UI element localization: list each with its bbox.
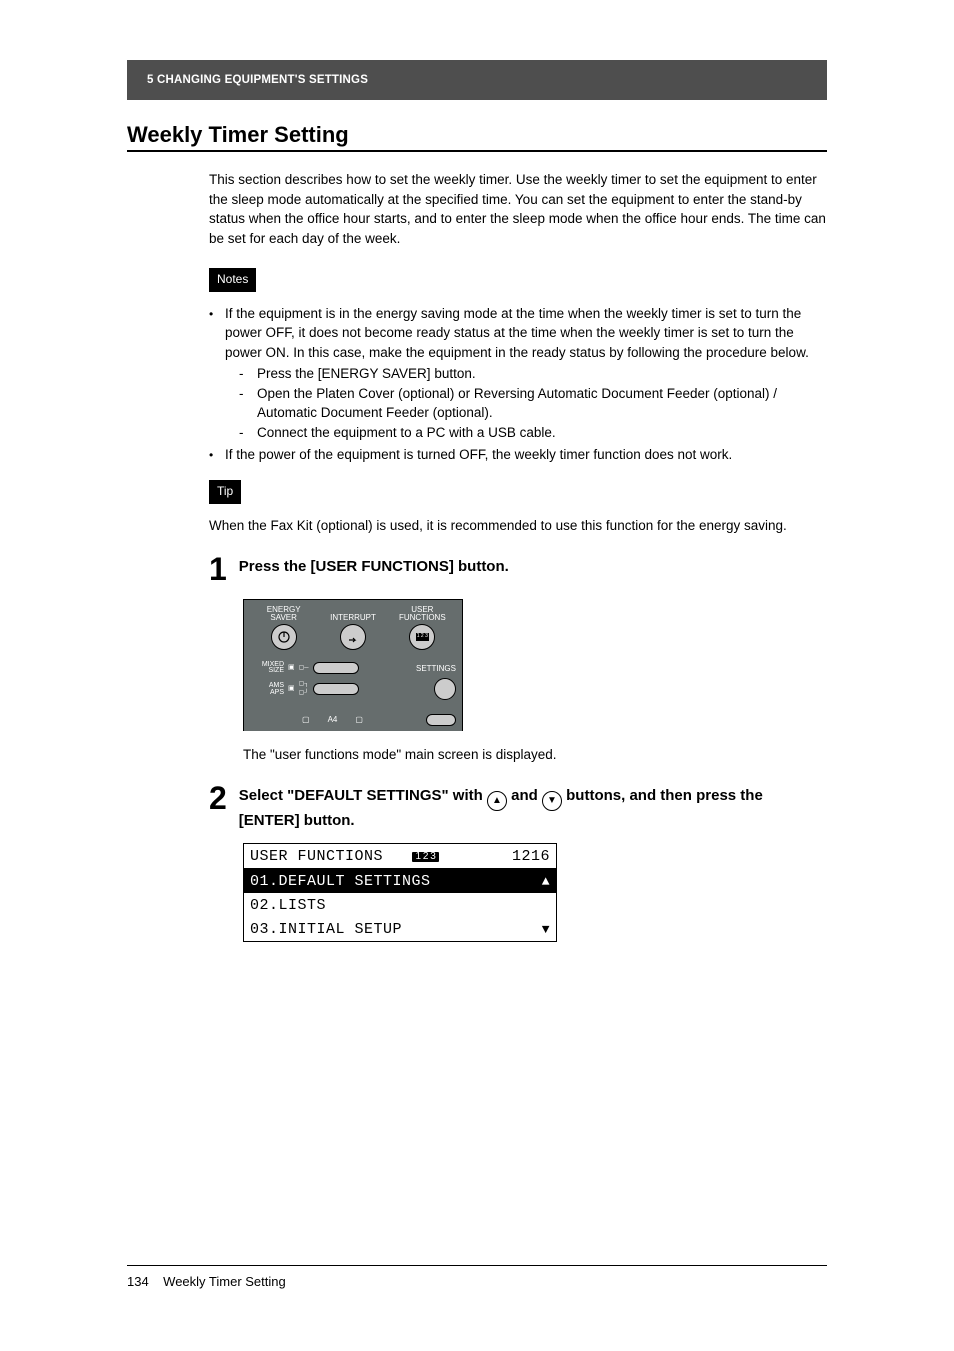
lcd-header: USER FUNCTIONS 1 2 3 1216 xyxy=(244,844,556,868)
step-2: 2 Select "DEFAULT SETTINGS" with ▲ and ▼… xyxy=(209,784,827,831)
note-text: If the equipment is in the energy saving… xyxy=(225,306,809,360)
energy-saver-icon xyxy=(271,624,297,650)
doc-icon: ▣ xyxy=(288,663,295,673)
a4-label: A4 xyxy=(328,714,338,726)
key-pill xyxy=(313,683,359,695)
panel-label-energy: ENERGYSAVER xyxy=(267,606,301,622)
key-pill xyxy=(313,662,359,674)
page-heading: Weekly Timer Setting xyxy=(127,122,827,148)
up-arrow-icon: ▲ xyxy=(487,791,507,811)
page: 5 CHANGING EQUIPMENT'S SETTINGS Weekly T… xyxy=(0,0,954,1351)
step-1-caption: The "user functions mode" main screen is… xyxy=(243,745,827,765)
step-number: 1 xyxy=(209,553,227,585)
tip-badge: Tip xyxy=(209,480,241,503)
key-small xyxy=(426,714,456,726)
page-footer: 134 Weekly Timer Setting xyxy=(127,1265,827,1289)
lcd-title: USER FUNCTIONS xyxy=(250,848,383,865)
tip-text: When the Fax Kit (optional) is used, it … xyxy=(209,516,827,536)
down-arrow-icon: ▼ xyxy=(542,791,562,811)
mixed-size-label: MIXEDSIZE xyxy=(250,662,284,675)
num123-icon: 1 2 3 xyxy=(416,633,429,640)
user-functions-icon: 1 2 3 xyxy=(409,624,435,650)
step-number: 2 xyxy=(209,782,227,814)
note-subitem: Connect the equipment to a PC with a USB… xyxy=(239,423,827,443)
intro-text: This section describes how to set the we… xyxy=(209,170,827,248)
heading-rule xyxy=(127,150,827,152)
num123-icon: 1 2 3 xyxy=(412,852,440,862)
content-area: This section describes how to set the we… xyxy=(209,170,827,942)
panel-label-userfn: USERFUNCTIONS xyxy=(399,606,446,622)
note-subitem: Press the [ENERGY SAVER] button. xyxy=(239,364,827,384)
lcd-row-selected: 01.DEFAULT SETTINGS ▲ xyxy=(244,868,556,893)
note-subitem: Open the Platen Cover (optional) or Reve… xyxy=(239,384,827,423)
settings-button-icon xyxy=(434,678,456,700)
ams-aps-label: AMSAPS xyxy=(250,682,284,696)
note-item: If the equipment is in the energy saving… xyxy=(209,304,827,443)
note-text: If the power of the equipment is turned … xyxy=(225,447,732,462)
down-triangle-icon: ▼ xyxy=(542,923,550,936)
ams-icon: ▣ xyxy=(288,684,295,694)
panel-label-interrupt: INTERRUPT xyxy=(330,606,376,622)
step-1: 1 Press the [USER FUNCTIONS] button. xyxy=(209,555,827,585)
notes-badge: Notes xyxy=(209,268,256,291)
interrupt-icon xyxy=(340,624,366,650)
note-item: If the power of the equipment is turned … xyxy=(209,445,827,465)
page-number: 134 xyxy=(127,1274,149,1289)
lcd-row-text: 01.DEFAULT SETTINGS xyxy=(250,874,431,889)
up-triangle-icon: ▲ xyxy=(542,875,550,888)
lcd-screen: USER FUNCTIONS 1 2 3 1216 01.DEFAULT SET… xyxy=(243,843,557,942)
step-title: Press the [USER FUNCTIONS] button. xyxy=(239,557,827,577)
lcd-row: 02.LISTS xyxy=(244,893,556,917)
notes-list: If the equipment is in the energy saving… xyxy=(209,304,827,465)
settings-label: SETTINGS xyxy=(363,663,456,675)
lcd-row: 03.INITIAL SETUP ▼ xyxy=(244,917,556,941)
chapter-header: 5 CHANGING EQUIPMENT'S SETTINGS xyxy=(127,60,827,100)
lcd-counter: 1216 xyxy=(512,849,550,864)
step-title: Select "DEFAULT SETTINGS" with ▲ and ▼ b… xyxy=(239,786,827,831)
lcd-row-text: 03.INITIAL SETUP xyxy=(250,922,402,937)
lcd-row-text: 02.LISTS xyxy=(250,898,326,913)
footer-title: Weekly Timer Setting xyxy=(163,1274,286,1289)
note-sublist: Press the [ENERGY SAVER] button. Open th… xyxy=(239,364,827,442)
hardware-panel-illustration: ENERGYSAVER INTERRUPT USERFUNCTIONS 1 2 … xyxy=(243,599,463,731)
